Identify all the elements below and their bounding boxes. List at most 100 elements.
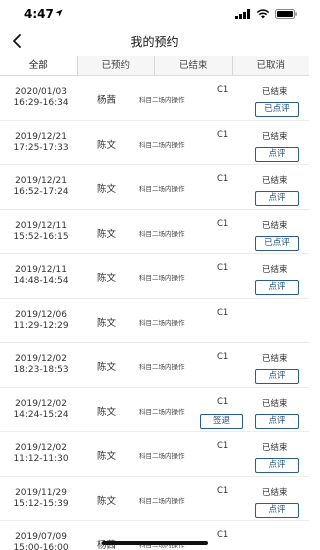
review-button[interactable]: 点评 [255,191,299,206]
appointment-datetime: 2019/12/21 17:25-17:33 [10,132,72,154]
location-arrow-icon [55,9,63,17]
signal-icon [235,9,250,19]
appointment-datetime: 2020/01/03 16:29-16:34 [10,87,72,109]
appointment-time: 15:52-16:15 [13,231,69,242]
list-item[interactable]: 2019/12/02 18:23-18:53 陈文 科目二场内操作 C1 已结束点评 [0,343,309,388]
list-item[interactable]: 2019/12/21 16:52-17:24 陈文 科目二场内操作 C1 已结束点评 [0,165,309,210]
status-label: 已结束 [262,443,288,453]
coach-name: 陈文 [97,451,117,462]
coach-name: 陈文 [97,273,117,284]
appointment-date: 2019/12/21 [15,131,67,142]
license-type: C1 [217,218,229,229]
license-type: C1 [217,396,229,407]
appointment-date: 2019/12/11 [15,220,67,231]
status-label: 已结束 [262,87,288,97]
review-button[interactable]: 点评 [255,413,299,429]
appointment-date: 2019/12/02 [15,398,67,409]
course-desc: 科目二场内操作 [139,96,185,104]
appointment-time: 17:25-17:33 [13,142,69,153]
list-item[interactable]: 2019/12/11 15:52-16:15 陈文 科目二场内操作 C1 已结束已点评 [0,210,309,254]
license-type: C1 [217,441,229,451]
appointment-datetime: 2019/07/09 15:00-16:00 [10,532,72,550]
appointment-date: 2019/07/09 [15,532,67,542]
appointment-datetime: 2019/12/06 11:29-12:29 [10,310,72,332]
appointment-datetime: 2019/12/11 15:52-16:15 [10,221,72,243]
reviewed-button[interactable]: 已点评 [255,235,299,251]
appointment-time: 15:00-16:00 [13,543,69,550]
appointment-time: 16:52-17:24 [13,187,69,197]
license-type: C1 [217,174,229,184]
battery-icon [275,9,297,19]
course-desc: 科目二场内操作 [139,496,185,505]
review-button[interactable]: 点评 [255,369,299,384]
coach-name: 陈文 [97,184,117,195]
appointment-date: 2019/12/21 [15,176,67,186]
wifi-icon [256,9,270,19]
appointment-datetime: 2019/12/02 18:23-18:53 [10,354,72,376]
license-type: C1 [217,530,229,540]
status-label: 已结束 [262,398,288,409]
license-type: C1 [217,263,229,273]
tab-0[interactable]: 全部 [0,56,78,75]
list-item[interactable]: 2019/07/09 15:00-16:00 杨茜 科目二场内操作 C1 [0,521,309,550]
coach-name: 陈文 [97,495,117,507]
license-type: C1 [217,307,229,318]
review-button[interactable]: 点评 [255,502,299,518]
status-label: 已结束 [262,176,288,186]
coach-name: 陈文 [97,139,117,151]
appointment-datetime: 2019/12/02 11:12-11:30 [10,443,72,465]
list-item[interactable]: 2019/12/02 11:12-11:30 陈文 科目二场内操作 C1 已结束点评 [0,432,309,477]
status-icons [235,9,297,19]
appointment-datetime: 2019/11/29 15:12-15:39 [10,488,72,510]
reviewed-button[interactable]: 已点评 [255,102,299,117]
appointment-time: 14:48-14:54 [13,276,69,286]
list-item[interactable]: 2019/12/06 11:29-12:29 陈文 科目二场内操作 C1 [0,299,309,343]
status-label: 已结束 [262,354,288,364]
appointment-date: 2019/11/29 [15,487,67,498]
course-desc: 科目二场内操作 [139,452,185,460]
list-item[interactable]: 2020/01/03 16:29-16:34 杨茜 科目二场内操作 C1 已结束 已点评 [0,76,309,121]
status-label: 已结束 [262,131,288,142]
sign-out-button[interactable]: 签退 [200,413,243,429]
list-item[interactable]: 2019/12/11 14:48-14:54 陈文 科目二场内操作 C1 已结束点评 [0,254,309,299]
nav-bar: 我的预约 [0,28,309,56]
list-item[interactable]: 2019/11/29 15:12-15:39 陈文 科目二场内操作 C1 已结束 点评 [0,477,309,521]
course-desc: 科目二场内操作 [139,140,185,149]
license-type: C1 [217,129,229,140]
appointment-date: 2020/01/03 [15,87,67,97]
appointment-date: 2019/12/02 [15,354,67,364]
status-label: 已结束 [262,220,288,231]
list-item[interactable]: 2019/12/21 17:25-17:33 陈文 科目二场内操作 C1 已结束点评 [0,121,309,165]
home-indicator [102,541,208,545]
appointment-date: 2019/12/11 [15,265,67,275]
course-desc: 科目二场内操作 [139,185,185,193]
appointment-time: 11:29-12:29 [13,320,69,331]
license-type: C1 [217,485,229,496]
appointment-datetime: 2019/12/11 14:48-14:54 [10,265,72,287]
course-desc: 科目二场内操作 [139,229,185,238]
course-desc: 科目二场内操作 [139,363,185,371]
appointment-time: 15:12-15:39 [13,498,69,509]
review-button[interactable]: 点评 [255,280,299,295]
coach-name: 陈文 [97,406,117,418]
appointment-date: 2019/12/06 [15,309,67,320]
tab-bar: 全部 已预约 已结束 已取消 [0,56,309,76]
course-desc: 科目二场内操作 [139,274,185,282]
tab-2[interactable]: 已结束 [155,56,233,75]
status-label: 已结束 [262,265,288,275]
review-button[interactable]: 点评 [255,458,299,473]
review-button[interactable]: 点评 [255,146,299,162]
appointment-list: 2020/01/03 16:29-16:34 杨茜 科目二场内操作 C1 已结束 已点评 20… [0,76,309,550]
tab-1[interactable]: 已预约 [78,56,155,75]
tab-3[interactable]: 已取消 [233,56,310,75]
list-item[interactable]: 2019/12/02 14:24-15:24 陈文 科目二场内操作 C1 已结束 点评 签退 [0,388,309,432]
license-type: C1 [217,352,229,362]
coach-name: 杨茜 [97,95,117,106]
appointment-time: 14:24-15:24 [13,409,69,420]
appointment-time: 11:12-11:30 [13,454,69,464]
appointment-datetime: 2019/12/02 14:24-15:24 [10,399,72,421]
coach-name: 陈文 [97,228,117,240]
appointment-time: 16:29-16:34 [13,98,69,108]
coach-name: 陈文 [97,362,117,373]
page-title: 我的预约 [130,35,179,49]
